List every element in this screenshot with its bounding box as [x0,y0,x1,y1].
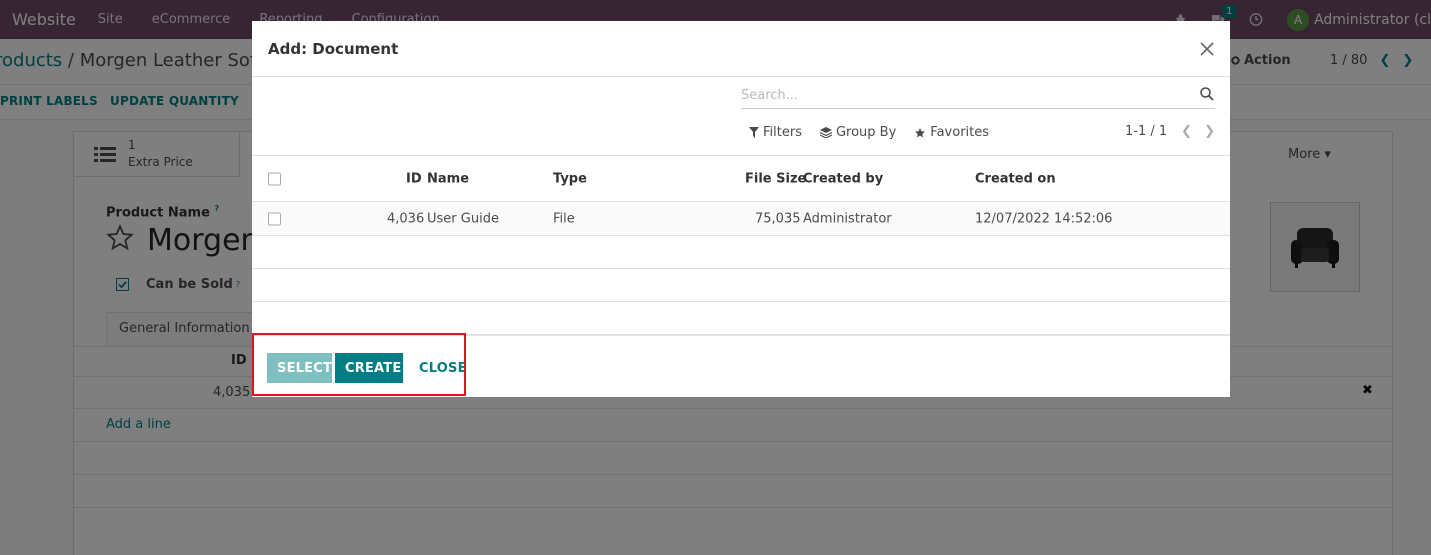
pager-value[interactable]: 1-1 / 1 [1125,124,1167,139]
row-checkbox[interactable] [268,212,281,225]
select-all-checkbox[interactable] [268,172,281,185]
column-created-by[interactable]: Created by [803,171,883,186]
dialog-header: Add: Document [252,21,1230,77]
group-by-dropdown[interactable]: Group By [819,125,897,140]
search-bar [741,83,1215,109]
filter-icon [749,127,759,138]
row-created-by: Administrator [803,211,892,226]
row-created-on: 12/07/2022 14:52:06 [975,211,1113,226]
filters-dropdown[interactable]: Filters [749,125,802,140]
documents-table: ID Name Type File Size Created by Create… [252,155,1230,302]
row-id: 4,036 [387,211,425,226]
search-icon[interactable] [1200,87,1214,101]
layers-icon [819,127,832,138]
column-type[interactable]: Type [553,171,587,186]
dialog-pager: 1-1 / 1 ❮ ❯ [1125,124,1215,139]
favorites-dropdown[interactable]: Favorites [914,125,989,140]
table-row[interactable]: 4,036 User Guide File 75,035 Administrat… [252,202,1230,236]
dialog-title: Add: Document [268,40,399,58]
column-id[interactable]: ID [406,171,422,186]
highlight-annotation-box [252,333,466,396]
table-row [252,236,1230,269]
row-type: File [553,211,575,226]
search-options: Filters Group By Favorites [749,125,1007,140]
star-icon [915,127,926,137]
filters-label: Filters [763,125,802,140]
table-row [252,269,1230,302]
column-created-on[interactable]: Created on [975,171,1056,186]
close-icon[interactable] [1198,40,1216,58]
row-name: User Guide [427,211,499,226]
table-header: ID Name Type File Size Created by Create… [252,155,1230,202]
column-name[interactable]: Name [427,171,469,186]
favorites-label: Favorites [930,125,990,140]
group-by-label: Group By [835,125,897,140]
row-file-size: 75,035 [755,211,801,226]
search-input[interactable] [741,83,1181,107]
column-file-size[interactable]: File Size [745,171,806,186]
pager-next-icon[interactable]: ❯ [1204,124,1215,139]
pager-prev-icon[interactable]: ❮ [1181,124,1192,139]
